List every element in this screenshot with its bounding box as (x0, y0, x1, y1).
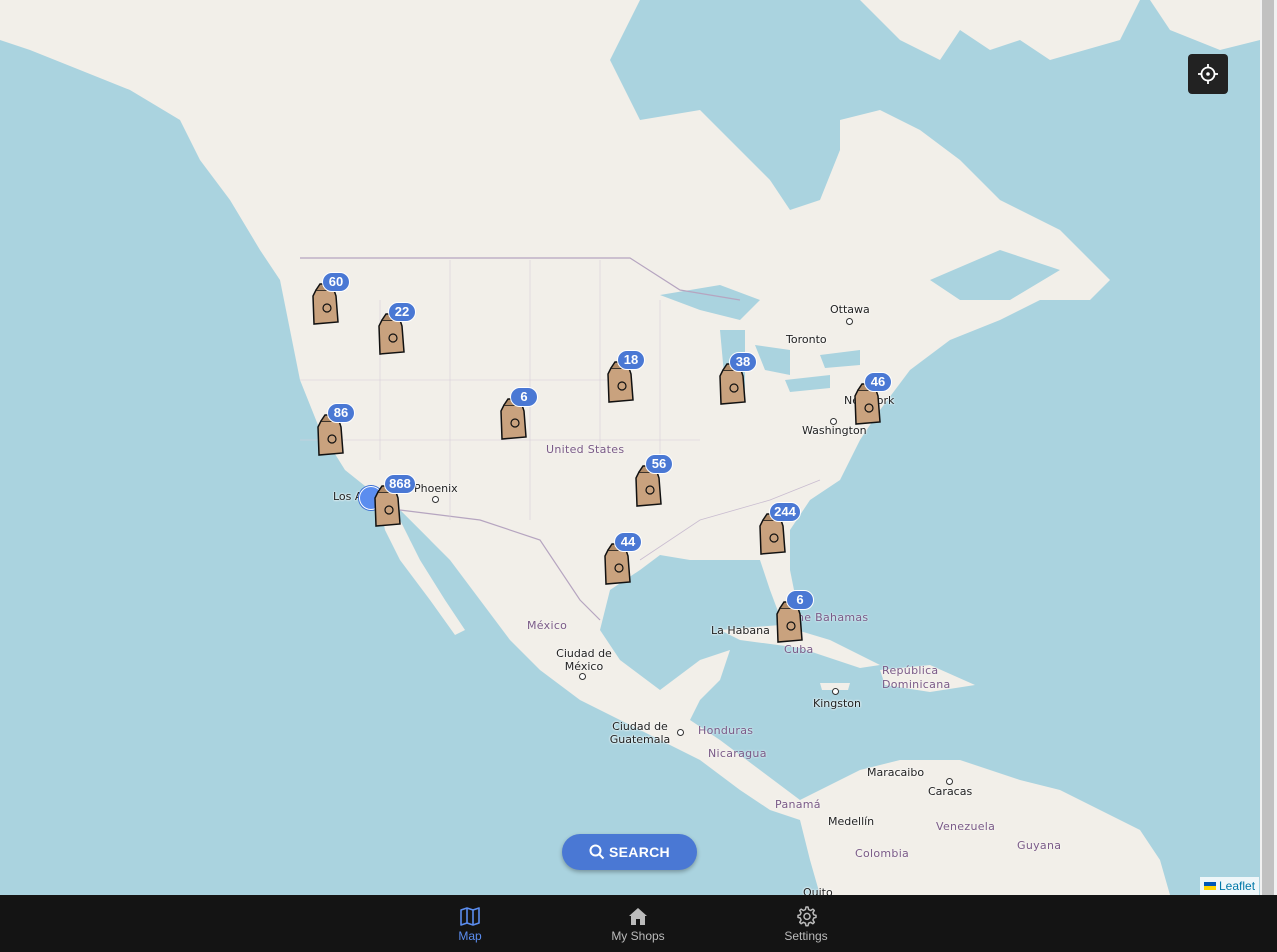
scrollbar-thumb[interactable] (1262, 0, 1274, 895)
shop-cluster-marker[interactable]: 86 (313, 403, 373, 463)
city-label: Maracaibo (867, 766, 925, 779)
nav-item-map[interactable]: Map (440, 895, 500, 952)
bottom-navigation: Map My Shops Settings (0, 895, 1277, 952)
city-label: Quito (803, 886, 833, 895)
cluster-count-badge: 46 (864, 372, 892, 392)
cluster-count-badge: 244 (769, 502, 801, 522)
shop-cluster-marker[interactable]: 44 (600, 532, 660, 592)
city-dot (832, 688, 839, 695)
city-label: Caracas (928, 785, 973, 798)
cluster-count-badge: 6 (510, 387, 538, 407)
country-label: México (527, 619, 568, 632)
cluster-count-badge: 22 (388, 302, 416, 322)
home-icon (629, 907, 647, 925)
map-attribution[interactable]: Leaflet (1200, 877, 1260, 895)
city-dot (846, 318, 853, 325)
cluster-count-badge: 38 (729, 352, 757, 372)
map-tiles (0, 0, 1260, 895)
city-label: Ottawa (830, 303, 870, 316)
city-label: Toronto (786, 333, 827, 346)
shop-cluster-marker[interactable]: 22 (374, 302, 434, 362)
shop-cluster-marker[interactable]: 6 (772, 590, 832, 650)
cluster-count-badge: 86 (327, 403, 355, 423)
city-dot (946, 778, 953, 785)
search-icon (589, 844, 605, 860)
city-dot (579, 673, 586, 680)
city-label: Medellín (828, 815, 875, 828)
city-label: Kingston (813, 697, 861, 710)
search-button-label: SEARCH (609, 844, 670, 860)
shop-cluster-marker[interactable]: 46 (850, 372, 910, 432)
city-label: Ciudad de Guatemala (609, 720, 671, 746)
cluster-count-badge: 56 (645, 454, 673, 474)
shop-cluster-marker[interactable]: 60 (308, 272, 368, 332)
country-label: Colombia (855, 847, 910, 860)
nav-label: Settings (784, 928, 828, 943)
ukraine-flag-icon (1204, 882, 1216, 890)
nav-label: Map (458, 928, 482, 943)
nav-label: My Shops (611, 928, 665, 943)
shop-cluster-marker[interactable]: 868 (370, 474, 430, 534)
country-label: Guyana (1017, 839, 1062, 852)
gear-icon (797, 905, 817, 927)
city-label: La Habana (711, 624, 770, 637)
country-label: Venezuela (936, 820, 996, 833)
map-icon (460, 906, 480, 926)
country-label: Nicaragua (708, 747, 767, 760)
cluster-count-badge: 60 (322, 272, 350, 292)
crosshair-icon (1198, 64, 1218, 84)
nav-item-my-shops[interactable]: My Shops (603, 895, 673, 952)
cluster-count-badge: 18 (617, 350, 645, 370)
shop-cluster-marker[interactable]: 56 (631, 454, 691, 514)
attribution-link[interactable]: Leaflet (1219, 879, 1255, 893)
city-label: Ciudad de México (556, 647, 612, 673)
shop-cluster-marker[interactable]: 18 (603, 350, 663, 410)
city-dot (432, 496, 439, 503)
cluster-count-badge: 6 (786, 590, 814, 610)
country-label: United States (546, 443, 625, 456)
search-button[interactable]: SEARCH (562, 834, 697, 870)
city-dot (677, 729, 684, 736)
shop-cluster-marker[interactable]: 38 (715, 352, 775, 412)
shop-cluster-marker[interactable]: 244 (755, 502, 815, 562)
nav-item-settings[interactable]: Settings (775, 895, 837, 952)
country-label: República Dominicana (882, 664, 951, 691)
map-view[interactable]: United States México Cuba The Bahamas Re… (0, 0, 1260, 895)
country-label: Honduras (698, 724, 754, 737)
locate-me-button[interactable] (1188, 54, 1228, 94)
cluster-count-badge: 44 (614, 532, 642, 552)
country-label: Panamá (775, 798, 821, 811)
cluster-count-badge: 868 (384, 474, 416, 494)
shop-cluster-marker[interactable]: 6 (496, 387, 556, 447)
